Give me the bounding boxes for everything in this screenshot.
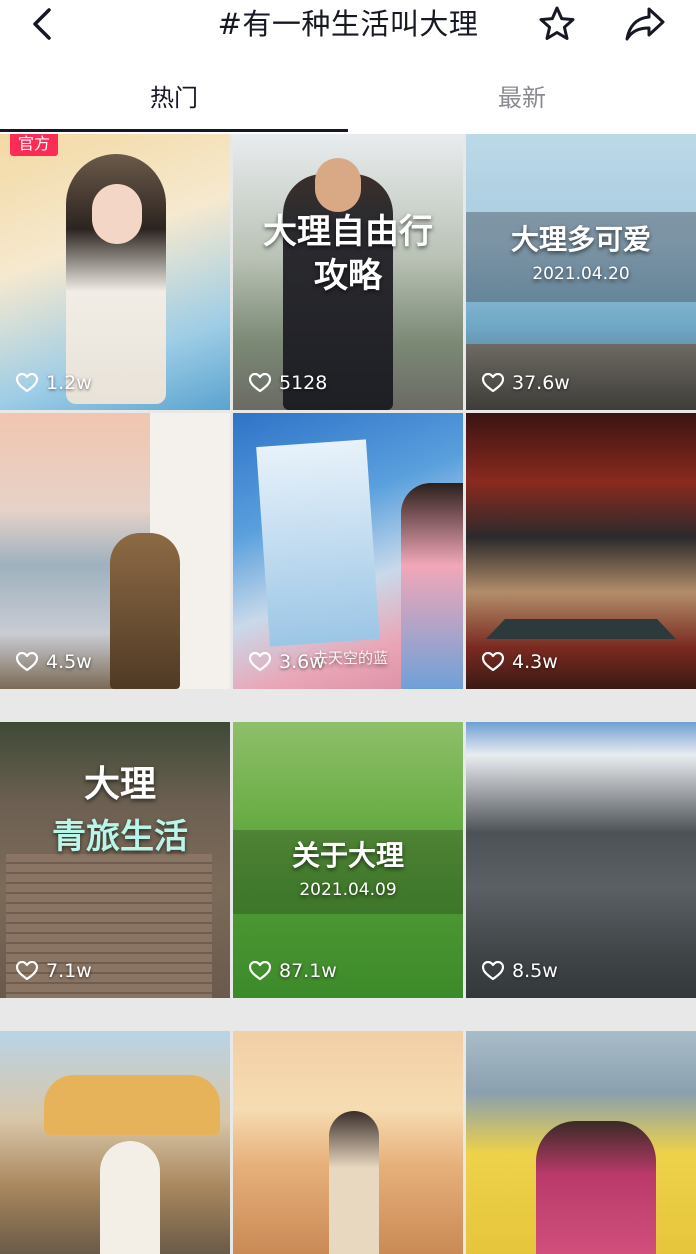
- tab-hot[interactable]: 热门: [74, 78, 274, 118]
- heart-icon: [249, 373, 271, 393]
- like-count: 5128: [249, 372, 327, 394]
- heart-icon: [16, 652, 38, 672]
- like-count: 4.3w: [482, 651, 558, 673]
- tab-bar: 热门 最新: [0, 60, 696, 132]
- video-card[interactable]: 4.3w: [466, 413, 696, 689]
- video-overlay-text: 大理: [83, 764, 156, 805]
- video-thumbnail: [110, 533, 180, 689]
- video-card[interactable]: 大理 青旅生活 7.1w: [0, 722, 230, 998]
- video-date: 2021.04.09: [299, 880, 397, 900]
- page-title: #有一种生活叫大理: [217, 7, 479, 41]
- heart-icon: [16, 961, 38, 981]
- video-card[interactable]: 去天空的蓝 3.6w: [233, 413, 463, 689]
- like-count: 3.6w: [249, 651, 325, 673]
- tab-latest[interactable]: 最新: [422, 78, 622, 118]
- active-tab-indicator: [0, 129, 348, 132]
- chevron-left-icon: [33, 8, 51, 40]
- share-icon: [625, 7, 665, 41]
- like-count-text: 4.5w: [46, 651, 92, 673]
- favorite-button[interactable]: [534, 2, 580, 46]
- like-count-text: 5128: [279, 372, 328, 394]
- video-thumbnail: [536, 1121, 656, 1254]
- video-overlay-text: 关于大理: [291, 839, 404, 872]
- heart-icon: [16, 373, 38, 393]
- heart-icon: [249, 652, 271, 672]
- video-thumbnail: [92, 184, 142, 244]
- like-count: 1.2w: [16, 372, 92, 394]
- like-count-text: 3.6w: [279, 651, 325, 673]
- video-thumbnail: [315, 158, 361, 212]
- like-count: 4.5w: [16, 651, 92, 673]
- video-card[interactable]: 大理多可爱 2021.04.20 37.6w: [466, 134, 696, 410]
- video-card[interactable]: [466, 1031, 696, 1254]
- video-card[interactable]: [233, 1031, 463, 1254]
- video-overlay-text: 青旅生活: [52, 817, 188, 857]
- video-grid: 官方 1.2w 大理自由行 攻略 5128 大理多可爱 2021.04.20 3…: [0, 134, 696, 1254]
- video-overlay-text: 大理自由行 攻略: [263, 212, 433, 296]
- star-icon: [539, 6, 575, 40]
- like-count-text: 37.6w: [512, 372, 570, 394]
- video-overlay-text: 大理多可爱: [510, 223, 651, 256]
- video-card[interactable]: 8.5w: [466, 722, 696, 998]
- video-thumbnail: [486, 619, 676, 639]
- video-date: 2021.04.20: [532, 264, 630, 284]
- video-thumbnail: [100, 1141, 160, 1254]
- like-count-text: 87.1w: [279, 960, 337, 982]
- video-card[interactable]: 关于大理 2021.04.09 87.1w: [233, 722, 463, 998]
- heart-icon: [249, 961, 271, 981]
- heart-icon: [482, 652, 504, 672]
- video-card[interactable]: [0, 1031, 230, 1254]
- like-count: 8.5w: [482, 960, 558, 982]
- like-count: 87.1w: [249, 960, 337, 982]
- video-card[interactable]: 4.5w: [0, 413, 230, 689]
- video-card[interactable]: 大理自由行 攻略 5128: [233, 134, 463, 410]
- like-count-text: 8.5w: [512, 960, 558, 982]
- share-button[interactable]: [620, 2, 670, 46]
- like-count-text: 7.1w: [46, 960, 92, 982]
- like-count: 37.6w: [482, 372, 570, 394]
- like-count: 7.1w: [16, 960, 92, 982]
- top-bar: #有一种生活叫大理: [0, 0, 696, 60]
- heart-icon: [482, 961, 504, 981]
- video-thumbnail: [329, 1111, 379, 1254]
- official-badge: 官方: [10, 134, 59, 156]
- like-count-text: 1.2w: [46, 372, 92, 394]
- video-caption: 去天空的蓝: [313, 649, 389, 667]
- video-card[interactable]: 官方 1.2w: [0, 134, 230, 410]
- video-thumbnail: [256, 439, 380, 647]
- back-button[interactable]: [22, 4, 62, 44]
- video-thumbnail: [44, 1075, 220, 1135]
- heart-icon: [482, 373, 504, 393]
- like-count-text: 4.3w: [512, 651, 558, 673]
